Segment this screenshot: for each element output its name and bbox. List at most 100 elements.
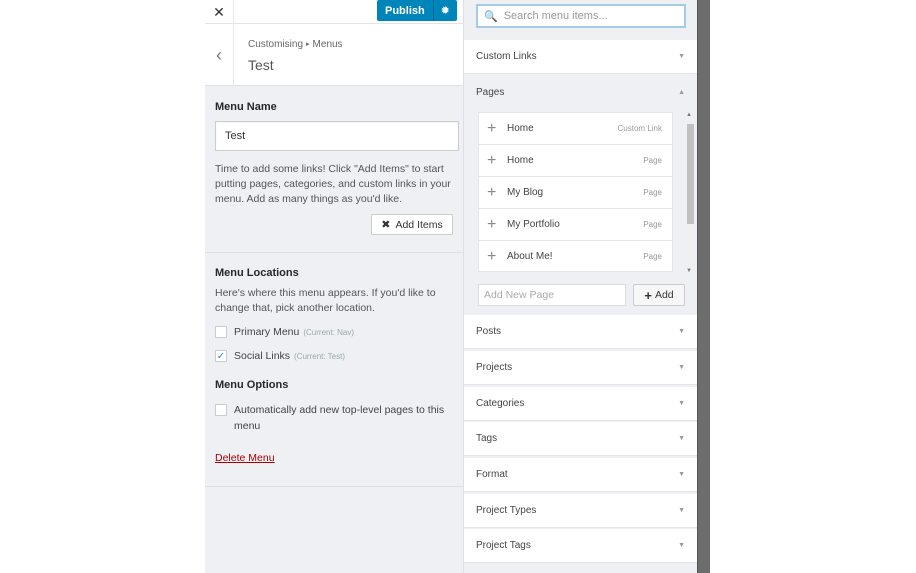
menu-name-description: Time to add some links! Click "Add Items…: [215, 163, 451, 205]
chevron-down-icon: ▼: [678, 364, 685, 371]
breadcrumb-section: Menus: [312, 39, 343, 50]
checkbox-checked[interactable]: ✓: [215, 350, 227, 362]
section-label: Tags: [476, 433, 498, 444]
checkmark-icon: ✓: [216, 350, 226, 362]
item-type: Page: [643, 220, 662, 229]
checkbox[interactable]: [215, 326, 227, 338]
breadcrumb: Customising ▸ Menus: [248, 39, 343, 50]
add-page-button[interactable]: + Add: [633, 284, 685, 306]
search-input[interactable]: 🔍 Search menu items...: [476, 4, 686, 28]
auto-add-option[interactable]: Automatically add new top-level pages to…: [215, 402, 459, 434]
section-label: Project Tags: [476, 540, 531, 551]
chevron-down-icon: ▼: [678, 542, 685, 549]
chevron-down-icon: ▼: [678, 328, 685, 335]
search-placeholder: Search menu items...: [503, 10, 608, 22]
preview-overlay-edge: [697, 0, 710, 573]
divider: [205, 252, 463, 253]
item-name: Home: [507, 155, 534, 166]
breadcrumb-root: Customising: [248, 39, 304, 50]
menu-locations-label: Menu Locations: [215, 267, 299, 279]
add-label: Add: [654, 289, 674, 301]
chevron-down-icon: ▼: [678, 53, 685, 60]
breadcrumb-separator-icon: ▸: [306, 41, 310, 48]
close-icon: ✖: [381, 219, 391, 231]
add-items-label: Add Items: [395, 218, 443, 231]
close-button[interactable]: ✕: [205, 0, 234, 24]
auto-add-label: Automatically add new top-level pages to…: [234, 404, 445, 432]
plus-icon: +: [487, 215, 497, 233]
section-label: Custom Links: [476, 51, 537, 62]
section-label: Projects: [476, 362, 513, 373]
add-items-button[interactable]: ✖ Add Items: [371, 214, 453, 235]
list-item[interactable]: + About Me! Page: [479, 241, 672, 271]
chevron-left-icon: ‹: [216, 44, 222, 65]
plus-icon: +: [487, 247, 497, 265]
add-items-panel: 🔍 Search menu items... Custom Links ▼ Pag…: [463, 0, 697, 573]
close-icon: ✕: [213, 3, 225, 20]
divider: [205, 486, 463, 487]
plus-icon: +: [487, 151, 497, 169]
location-label: Primary Menu: [234, 326, 300, 338]
chevron-down-icon: ▼: [678, 471, 685, 478]
list-item[interactable]: + My Blog Page: [479, 177, 672, 209]
chevron-down-icon: ▼: [678, 435, 685, 442]
section-project-tags[interactable]: Project Tags ▼: [464, 529, 697, 563]
section-pages[interactable]: Pages ▲: [464, 75, 697, 109]
item-type: Page: [643, 188, 662, 197]
section-tags[interactable]: Tags ▼: [464, 422, 697, 456]
section-custom-links[interactable]: Custom Links ▼: [464, 40, 697, 74]
publish-group: Publish ✹: [377, 0, 457, 21]
section-posts[interactable]: Posts ▼: [464, 315, 697, 349]
location-hint: (Current: Test): [294, 351, 346, 361]
new-page-input[interactable]: Add New Page: [478, 284, 626, 306]
top-bar: ✕ Publish ✹: [205, 0, 463, 24]
location-social-links[interactable]: ✓ Social Links (Current: Test): [215, 350, 459, 362]
section-project-types[interactable]: Project Types ▼: [464, 494, 697, 528]
back-button[interactable]: ‹: [205, 24, 234, 86]
menu-name-label: Menu Name: [215, 101, 277, 113]
section-label: Categories: [476, 398, 525, 409]
publish-settings-button[interactable]: ✹: [432, 0, 457, 21]
item-name: My Blog: [507, 187, 544, 198]
list-item[interactable]: + Home Custom Link: [479, 113, 672, 145]
item-name: Home: [507, 123, 534, 134]
plus-icon: +: [487, 183, 497, 201]
list-item[interactable]: + Home Page: [479, 145, 672, 177]
plus-icon: +: [644, 287, 652, 303]
menu-locations-description: Here's where this menu appears. If you'd…: [215, 287, 436, 314]
gear-icon: ✹: [440, 5, 450, 17]
location-primary-menu[interactable]: Primary Menu (Current: Nav): [215, 326, 459, 338]
chevron-down-icon: ▼: [678, 400, 685, 407]
search-icon: 🔍: [484, 10, 498, 23]
scroll-up-icon[interactable]: ▲: [686, 112, 692, 118]
scrollbar-thumb[interactable]: [687, 124, 694, 224]
delete-menu-link[interactable]: Delete Menu: [215, 452, 275, 464]
customizer-sidebar: ✕ Publish ✹ ‹ Customising ▸ Menus Test Men…: [205, 0, 463, 573]
section-label: Format: [476, 469, 508, 480]
location-hint: (Current: Nav): [303, 327, 355, 337]
menu-locations-section: Menu Locations Here's where this menu ap…: [205, 267, 469, 466]
item-name: About Me!: [507, 251, 553, 262]
item-type: Page: [643, 156, 662, 165]
menu-options-label: Menu Options: [215, 379, 289, 391]
section-label: Pages: [476, 86, 505, 98]
checkbox[interactable]: [215, 404, 227, 416]
menu-name-section: Menu Name Test Time to add some links! C…: [205, 101, 469, 207]
item-type: Page: [643, 252, 662, 261]
chevron-down-icon: ▼: [678, 507, 685, 514]
section-label: Project Types: [476, 505, 537, 516]
page-title: Test: [248, 57, 274, 73]
section-label: Posts: [476, 326, 502, 337]
scroll-down-icon[interactable]: ▼: [686, 268, 692, 274]
location-label: Social Links: [234, 350, 291, 362]
section-projects[interactable]: Projects ▼: [464, 351, 697, 385]
section-categories[interactable]: Categories ▼: [464, 387, 697, 421]
list-item[interactable]: + My Portfolio Page: [479, 209, 672, 241]
publish-button[interactable]: Publish: [377, 0, 433, 21]
pages-scrollbar[interactable]: ▲ ▼: [685, 112, 695, 274]
section-format[interactable]: Format ▼: [464, 458, 697, 492]
plus-icon: +: [487, 119, 497, 137]
menu-name-input[interactable]: Test: [215, 121, 459, 151]
item-name: My Portfolio: [507, 219, 560, 230]
chevron-up-icon: ▲: [678, 88, 685, 96]
